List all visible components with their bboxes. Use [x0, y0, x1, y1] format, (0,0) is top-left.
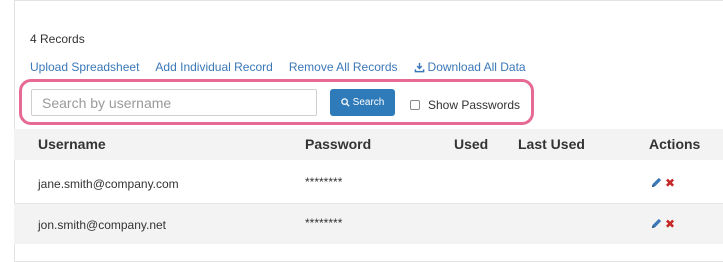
download-icon — [414, 62, 424, 72]
row-actions: ✖ — [650, 176, 675, 189]
download-all-data-label: Download All Data — [427, 60, 526, 74]
pencil-icon[interactable] — [650, 217, 663, 230]
column-header-username: Username — [38, 136, 106, 152]
search-input[interactable] — [31, 89, 317, 116]
column-header-used: Used — [454, 136, 489, 152]
column-header-actions: Actions — [649, 136, 701, 152]
records-count: 4 Records — [30, 32, 85, 46]
download-all-data-link[interactable]: Download All Data — [414, 60, 526, 74]
table-header: Username Password Used Last Used Actions — [14, 129, 723, 160]
table-row: jane.smith@company.com ******** ✖ — [14, 163, 723, 204]
password-cell: ******** — [305, 216, 343, 230]
username-cell: jane.smith@company.com — [38, 177, 179, 191]
show-passwords-checkbox[interactable] — [410, 100, 420, 110]
close-icon[interactable]: ✖ — [665, 218, 675, 230]
table-row: jon.smith@company.net ******** ✖ — [14, 204, 723, 244]
column-header-last-used: Last Used — [518, 136, 585, 152]
search-button[interactable]: Search — [330, 89, 395, 116]
upload-spreadsheet-link[interactable]: Upload Spreadsheet — [30, 60, 139, 74]
username-cell: jon.smith@company.net — [38, 218, 167, 232]
search-icon — [340, 98, 350, 107]
action-links: Upload Spreadsheet Add Individual Record… — [30, 59, 542, 75]
remove-all-records-link[interactable]: Remove All Records — [289, 60, 398, 74]
show-passwords-toggle: Show Passwords — [410, 98, 520, 112]
pencil-icon[interactable] — [650, 176, 663, 189]
row-actions: ✖ — [650, 217, 675, 230]
add-individual-record-link[interactable]: Add Individual Record — [155, 60, 272, 74]
close-icon[interactable]: ✖ — [665, 177, 675, 189]
column-header-password: Password — [305, 136, 372, 152]
show-passwords-label: Show Passwords — [428, 98, 521, 112]
password-cell: ******** — [305, 175, 343, 189]
search-button-label: Search — [352, 97, 385, 108]
